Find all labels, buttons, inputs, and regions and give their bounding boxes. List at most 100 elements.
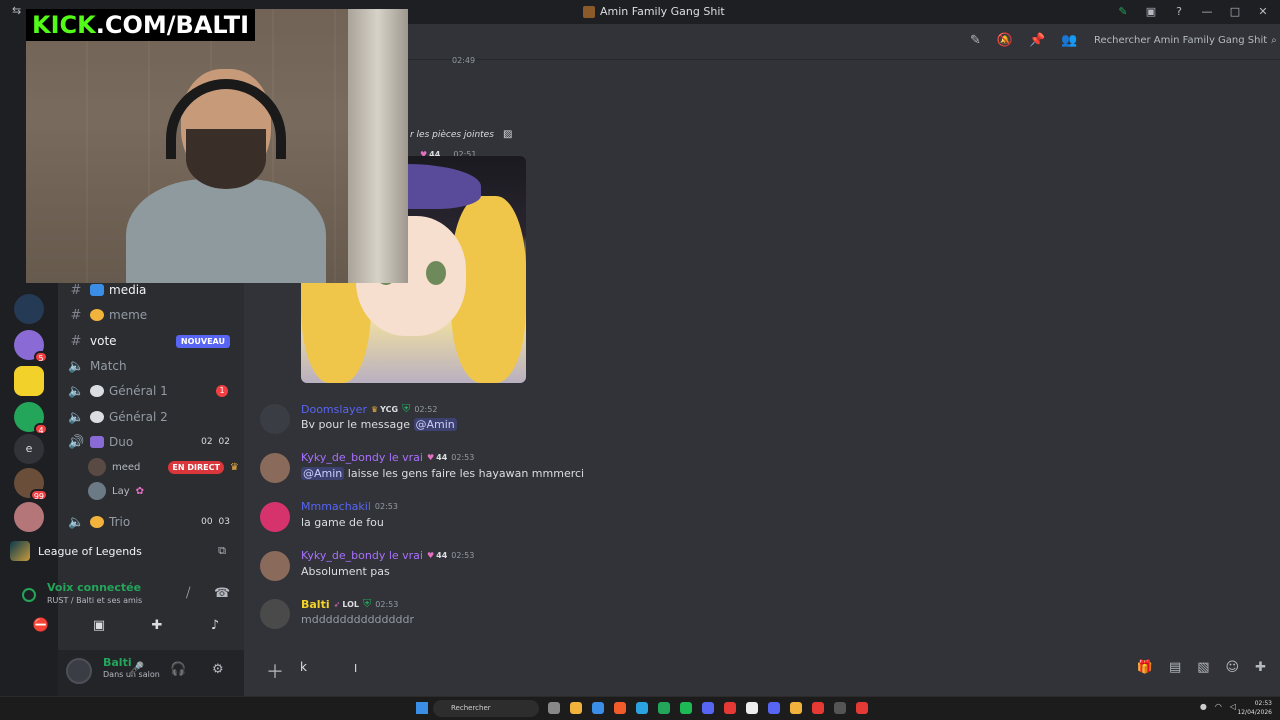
- spotify-icon[interactable]: [680, 702, 692, 714]
- soundboard-icon[interactable]: ♪: [192, 615, 238, 637]
- channel-vote[interactable]: # vote NOUVEAU: [68, 330, 238, 352]
- voice-connection-panel: Voix connectée RUST / Balti et ses amis …: [10, 578, 240, 614]
- gif-icon[interactable]: ▤: [1169, 660, 1181, 675]
- apps-icon[interactable]: ✚: [1255, 660, 1266, 675]
- members-icon[interactable]: 👥: [1061, 33, 1077, 48]
- headset-icon[interactable]: 🎧: [170, 662, 186, 677]
- message-text: la game de fou: [301, 516, 384, 529]
- avatar[interactable]: [260, 599, 290, 629]
- telegram-icon[interactable]: [636, 702, 648, 714]
- tray-icon[interactable]: ●: [1200, 702, 1207, 711]
- avatar: [88, 482, 106, 500]
- server-icon[interactable]: [14, 366, 44, 396]
- app-icon[interactable]: [856, 702, 868, 714]
- server-icon: [583, 5, 595, 18]
- camera-off-icon[interactable]: ⛔: [18, 615, 64, 637]
- channel-duo[interactable]: 🔊 Duo 02 02: [68, 431, 238, 453]
- server-icon[interactable]: 5: [14, 330, 48, 363]
- channel-label: Général 2: [109, 410, 168, 424]
- pin-icon[interactable]: 📌: [1029, 33, 1045, 48]
- folder-icon[interactable]: [570, 702, 582, 714]
- streamer-body: [126, 179, 326, 283]
- user-mention[interactable]: @Amin: [413, 418, 457, 431]
- crown-icon: ♛: [370, 404, 379, 414]
- inbox-icon[interactable]: ▣: [1144, 4, 1158, 18]
- avatar[interactable]: [260, 502, 290, 532]
- screen-share-icon[interactable]: ⧉: [218, 544, 226, 558]
- server-icon[interactable]: [14, 502, 44, 532]
- brave-icon[interactable]: [614, 702, 626, 714]
- channel-general-1[interactable]: 🔈 Général 1 1: [68, 380, 238, 402]
- help-icon[interactable]: ?: [1172, 4, 1186, 18]
- avatar[interactable]: [260, 453, 290, 483]
- server-icon[interactable]: 4: [14, 402, 48, 435]
- notifications-icon[interactable]: 🔕: [997, 33, 1013, 48]
- message-author[interactable]: Doomslayer: [301, 403, 367, 416]
- gift-icon[interactable]: 🎁: [1137, 660, 1153, 675]
- voice-user[interactable]: Lay ✿: [88, 481, 144, 501]
- speaker-icon: 🔈: [68, 383, 85, 399]
- laughing-emoji-icon: [90, 309, 104, 321]
- disconnect-icon[interactable]: ☎: [214, 586, 230, 601]
- voice-status[interactable]: Voix connectée: [47, 581, 141, 594]
- kick-overlay-logo: KICK.COM/BALTI: [26, 9, 256, 41]
- threads-icon[interactable]: ✎: [970, 33, 981, 48]
- clock[interactable]: 02:53 12/04/2026: [1237, 699, 1272, 717]
- count-current: 00: [201, 517, 213, 527]
- app-icon[interactable]: [812, 702, 824, 714]
- activity-panel[interactable]: League of Legends ⧉: [10, 537, 238, 565]
- windows-taskbar: Rechercher ● ◠ ◁ 02:53 12/04/2026: [0, 696, 1280, 720]
- mention-badge: 1: [216, 385, 228, 397]
- maximize-icon[interactable]: □: [1228, 4, 1242, 18]
- app-icon[interactable]: [790, 702, 802, 714]
- channel-meme[interactable]: # meme: [68, 304, 238, 326]
- windows-start-icon[interactable]: [416, 702, 428, 714]
- clock-time: 02:53: [1254, 700, 1272, 707]
- avatar[interactable]: [260, 551, 290, 581]
- timestamp: 02:49: [452, 56, 476, 65]
- server-icon[interactable]: e: [14, 434, 44, 464]
- app-icon[interactable]: [548, 702, 560, 714]
- channel-general-2[interactable]: 🔈 Général 2: [68, 406, 238, 428]
- voice-user[interactable]: meed EN DIRECT ♛: [88, 457, 239, 477]
- noise-suppression-icon[interactable]: ⧸: [186, 586, 190, 601]
- notion-icon[interactable]: [746, 702, 758, 714]
- role-tag-text: 44: [436, 453, 448, 462]
- message-author[interactable]: Kyky_de_bondy le vrai: [301, 451, 423, 464]
- store-icon[interactable]: [592, 702, 604, 714]
- activities-icon[interactable]: ✚: [134, 615, 180, 637]
- channel-trio[interactable]: 🔈 Trio 00 03: [68, 511, 238, 533]
- app-icon[interactable]: [768, 702, 780, 714]
- gear-icon[interactable]: ⚙: [212, 662, 224, 677]
- message-author[interactable]: Mmmachakil: [301, 500, 371, 513]
- sticker-icon[interactable]: ▧: [1197, 660, 1209, 675]
- avatar[interactable]: [260, 404, 290, 434]
- close-icon[interactable]: ✕: [1256, 4, 1270, 18]
- nitro-icon[interactable]: ✎: [1116, 4, 1130, 18]
- message-author[interactable]: Kyky_de_bondy le vrai: [301, 549, 423, 562]
- taskbar-apps: [548, 702, 868, 714]
- text-cursor-icon: I: [354, 662, 358, 675]
- server-icon[interactable]: [14, 294, 44, 324]
- message-input[interactable]: k: [300, 660, 307, 674]
- channel-label: media: [109, 283, 147, 297]
- taskbar-search[interactable]: Rechercher: [433, 700, 539, 717]
- whatsapp-icon[interactable]: [658, 702, 670, 714]
- wifi-icon[interactable]: ◠: [1215, 702, 1222, 711]
- user-mention[interactable]: @Amin: [301, 467, 345, 480]
- volume-icon[interactable]: ◁: [1230, 702, 1236, 711]
- add-attachment-icon[interactable]: ＋: [266, 658, 284, 684]
- category-match[interactable]: 🔈 Match: [68, 355, 238, 377]
- share-screen-icon[interactable]: ▣: [76, 615, 122, 637]
- app-icon[interactable]: [834, 702, 846, 714]
- app-icon[interactable]: [724, 702, 736, 714]
- message-author[interactable]: Balti: [301, 598, 330, 611]
- microphone-icon[interactable]: 🎤: [128, 662, 144, 677]
- server-icon[interactable]: 99: [14, 468, 48, 501]
- discord-icon[interactable]: [702, 702, 714, 714]
- emoji-icon[interactable]: ☺: [1226, 660, 1240, 675]
- minimize-icon[interactable]: —: [1200, 4, 1214, 18]
- back-icon[interactable]: ⇆: [12, 4, 21, 17]
- search-input[interactable]: Rechercher Amin Family Gang Shit ⌕: [1094, 35, 1277, 46]
- avatar[interactable]: [66, 658, 92, 684]
